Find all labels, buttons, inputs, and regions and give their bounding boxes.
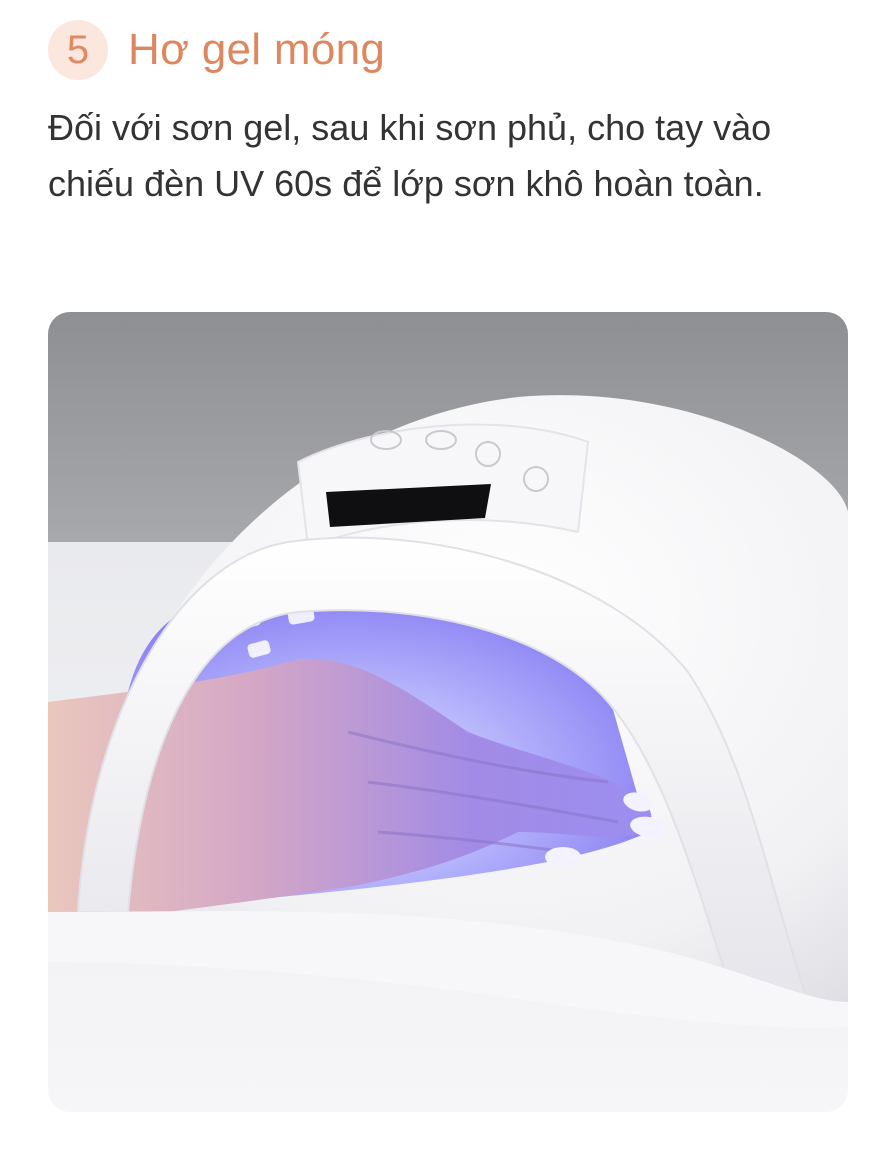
step-description: Đối với sơn gel, sau khi sơn phủ, cho ta…: [48, 107, 772, 204]
step-number-badge: 5: [48, 20, 108, 80]
step-title: Hơ gel móng: [128, 25, 386, 74]
step-header: 5 Hơ gel móng: [48, 18, 385, 82]
uv-lamp-photo: [48, 312, 848, 1112]
